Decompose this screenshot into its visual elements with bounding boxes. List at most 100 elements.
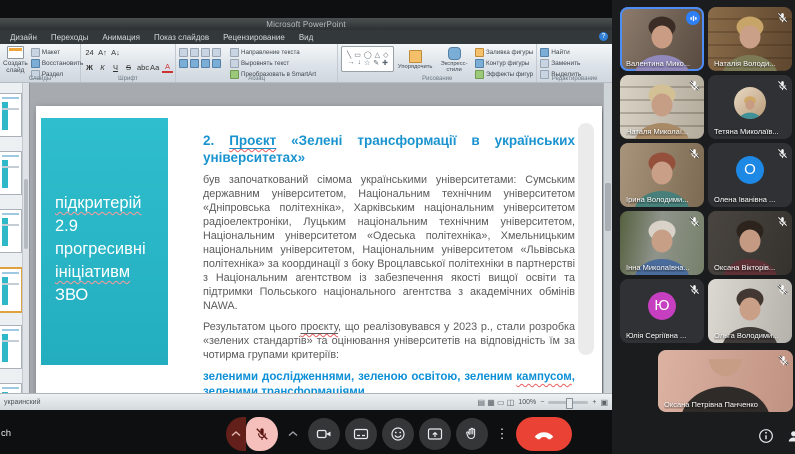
numbering-icon[interactable] xyxy=(190,48,199,57)
font-size-control-2[interactable]: А↓ xyxy=(110,48,121,57)
participant-name: Тетяна Миколаїв... xyxy=(714,127,779,136)
fit-to-window-button[interactable]: ▣ xyxy=(600,398,608,407)
shape-fill-icon xyxy=(474,48,484,57)
reactions-button[interactable] xyxy=(382,418,414,450)
camera-options-caret-icon[interactable] xyxy=(283,418,303,450)
thumbnails-scrollbar[interactable] xyxy=(22,83,29,394)
slide-thumbnail-5[interactable] xyxy=(0,325,22,369)
leave-call-button[interactable] xyxy=(516,417,572,451)
font-style-button-6[interactable]: А xyxy=(162,62,173,73)
shape-glyph-0[interactable]: ╲ xyxy=(347,51,351,59)
camera-button[interactable] xyxy=(308,418,340,450)
participant-tile[interactable]: Ю Юлія Сергіївна ... xyxy=(620,279,704,343)
slide-thumbnail-4[interactable] xyxy=(0,267,23,313)
zoom-out-button[interactable]: − xyxy=(540,399,544,406)
quick-styles-button[interactable]: Экспресс-стили xyxy=(436,46,472,74)
ribbon-tab-2[interactable]: Анимация xyxy=(102,33,140,42)
font-style-button-1[interactable]: К xyxy=(97,63,108,72)
ribbon-tab-0[interactable]: Дизайн xyxy=(10,33,37,42)
slide-canvas[interactable]: підкритерій 2.9 прогресивні ініціативм ЗВО 2… xyxy=(36,106,602,408)
participant-tile[interactable]: Тетяна Миколаїв... xyxy=(708,75,792,139)
show-participants-button[interactable] xyxy=(787,429,795,443)
participant-tile[interactable]: Оксана Петрівна Панченко xyxy=(658,350,793,412)
thumb-text-line xyxy=(2,329,19,331)
font-style-button-3[interactable]: S xyxy=(123,63,134,72)
shape-fill-button[interactable]: Заливка фигуры xyxy=(474,48,533,57)
align-text-button[interactable]: Выровнять текст xyxy=(230,59,316,68)
shape-glyph-9[interactable]: ✚ xyxy=(382,59,388,67)
slide-title-box[interactable]: підкритерій 2.9 прогресивні ініціативм ЗВО xyxy=(41,118,168,365)
text-direction-button[interactable]: Направление текста xyxy=(230,48,316,57)
box-word: підкритерій xyxy=(55,194,142,212)
slide-thumbnail-1[interactable] xyxy=(0,93,22,137)
participant-name: Оксана Петрівна Панченко xyxy=(664,400,758,409)
shape-glyph-2[interactable]: ◯ xyxy=(364,51,372,59)
participant-tile[interactable]: Ольга Володими... xyxy=(708,279,792,343)
shape-glyph-6[interactable]: ↓ xyxy=(357,59,361,67)
font-style-button-4[interactable]: abc xyxy=(136,63,149,72)
align-center-icon[interactable] xyxy=(190,59,199,68)
participant-tile[interactable]: О Олена Іванівна ... xyxy=(708,143,792,207)
new-slide-button[interactable]: Создать слайд xyxy=(3,46,28,74)
reset-button[interactable]: Восстановить xyxy=(30,59,83,68)
shape-outline-button[interactable]: Контур фигуры xyxy=(474,59,533,68)
shape-glyph-3[interactable]: △ xyxy=(375,51,380,59)
participant-tile[interactable]: Наталя Миколаї... xyxy=(620,75,704,139)
shape-glyph-7[interactable]: ☆ xyxy=(364,59,370,67)
ribbon-group-editing: Найти Заменить Выделить Редактирование xyxy=(537,44,612,82)
present-screen-button[interactable] xyxy=(419,418,451,450)
mic-muted-icon[interactable] xyxy=(246,417,278,451)
indent-increase-icon[interactable] xyxy=(212,48,221,57)
font-size-control-0[interactable]: 24 xyxy=(84,48,95,57)
language-indicator[interactable]: украинский xyxy=(4,399,41,406)
participant-tile[interactable]: Ірина Володими... xyxy=(620,143,704,207)
more-options-button[interactable]: ⋮ xyxy=(493,426,511,442)
participant-tile[interactable]: Валентина Мико... xyxy=(620,7,704,71)
shape-glyph-8[interactable]: ✎ xyxy=(373,59,379,67)
shape-glyph-1[interactable]: ▭ xyxy=(354,51,361,59)
font-style-button-2[interactable]: Ч xyxy=(110,63,121,72)
font-row-1: 24 А↑ А↓ xyxy=(84,46,172,58)
zoom-slider[interactable] xyxy=(548,397,589,409)
shapes-gallery[interactable]: ╲ ▭ ◯ △ ◇ → ↓ ☆ ✎ ✚ xyxy=(341,46,395,72)
font-style-button-5[interactable]: Аа xyxy=(149,63,160,72)
microphone-button[interactable] xyxy=(226,417,278,451)
shape-glyph-5[interactable]: → xyxy=(347,59,354,67)
view-buttons[interactable]: ▤ ▦ ▭ ◫ xyxy=(477,398,514,407)
participant-tile[interactable]: Наталія Володи... xyxy=(708,7,792,71)
slide-thumbnail-2[interactable] xyxy=(0,151,22,195)
align-left-icon[interactable] xyxy=(179,59,188,68)
captions-button[interactable] xyxy=(345,418,377,450)
font-style-button-0[interactable]: Ж xyxy=(84,63,95,72)
meeting-details-button[interactable] xyxy=(758,428,774,444)
font-size-control-1[interactable]: А↑ xyxy=(97,48,108,57)
participant-name: Ольга Володими... xyxy=(714,331,779,340)
font-row-2: Ж К Ч Sabc Аа А xyxy=(84,61,173,73)
shape-glyph-4[interactable]: ◇ xyxy=(383,51,388,59)
slide-scrollbar[interactable] xyxy=(603,83,612,394)
ribbon-tab-4[interactable]: Рецензирование xyxy=(223,33,285,42)
ribbon-tab-1[interactable]: Переходы xyxy=(51,33,89,42)
thumb-text-line xyxy=(2,155,19,157)
layout-button[interactable]: Макет xyxy=(30,48,84,57)
participant-tile[interactable]: Оксана Вікторів... xyxy=(708,211,792,275)
participant-tile[interactable]: Інна Миколаївна... xyxy=(620,211,704,275)
ribbon-tab-row: Дизайн Переходы Анимация Показ слайдов Рецен… xyxy=(0,30,612,44)
raise-hand-button[interactable] xyxy=(456,418,488,450)
indent-decrease-icon[interactable] xyxy=(201,48,210,57)
arrange-button[interactable]: Упорядочить xyxy=(397,46,433,74)
replace-button[interactable]: Заменить xyxy=(540,59,581,68)
find-button[interactable]: Найти xyxy=(540,48,581,57)
align-right-icon[interactable] xyxy=(201,59,210,68)
slide-text-box[interactable]: 2. Проєкт «Зелені трансформації в україн… xyxy=(203,132,575,400)
align-text-label: Выровнять текст xyxy=(241,60,290,67)
zoom-in-button[interactable]: + xyxy=(592,399,596,406)
ribbon: Создать слайд Макет Восстановить Раздел … xyxy=(0,44,612,83)
justify-icon[interactable] xyxy=(212,59,221,68)
ribbon-tab-3[interactable]: Показ слайдов xyxy=(154,33,209,42)
bullets-icon[interactable] xyxy=(179,48,188,57)
ribbon-tab-5[interactable]: Вид xyxy=(299,33,313,42)
slide-thumbnail-3[interactable] xyxy=(0,209,22,253)
mic-options-caret-icon[interactable] xyxy=(226,417,246,451)
help-button[interactable]: ? xyxy=(599,32,608,41)
